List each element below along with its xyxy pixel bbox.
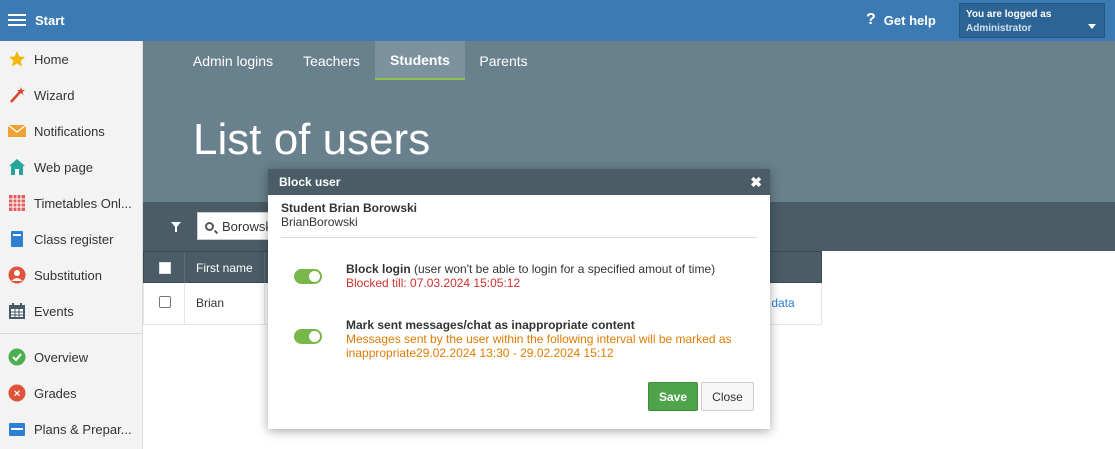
sidebar-item-class-register[interactable]: Class register	[0, 222, 142, 256]
sidebar-item-label: Plans & Prepar...	[34, 421, 132, 437]
dialog-title: Block user	[279, 175, 341, 189]
question-icon: ?	[866, 11, 876, 28]
search-icon	[205, 221, 214, 231]
tab-parents[interactable]: Parents	[471, 41, 536, 80]
help-label: Get help	[883, 12, 936, 28]
tab-admin-logins[interactable]: Admin logins	[180, 41, 286, 80]
sidebar-item-plans[interactable]: Plans & Prepar...	[0, 412, 142, 446]
sidebar-item-label: Substitution	[34, 267, 102, 283]
wand-icon	[8, 86, 26, 104]
toggle-knob	[309, 271, 320, 282]
search-box[interactable]	[197, 212, 277, 240]
column-header-first-name[interactable]: First name	[196, 261, 253, 275]
person-icon	[8, 266, 26, 284]
column-divider	[264, 252, 265, 284]
sidebar-item-substitution[interactable]: Substitution	[0, 258, 142, 292]
sidebar-item-grades[interactable]: ✕ Grades	[0, 376, 142, 410]
student-name: Student Brian Borowski	[281, 201, 418, 215]
logged-as-label: You are logged as	[966, 9, 1052, 20]
sidebar-item-notifications[interactable]: Notifications	[0, 114, 142, 148]
house-icon	[8, 158, 26, 176]
sidebar-item-label: Grades	[34, 385, 77, 401]
block-login-desc: (user won't be able to login for a speci…	[414, 262, 716, 276]
user-role: Administrator	[966, 23, 1032, 34]
page-title: List of users	[193, 115, 431, 164]
svg-text:✕: ✕	[13, 389, 21, 399]
student-login: BrianBorowski	[281, 215, 358, 229]
toggle-knob	[309, 331, 320, 342]
help-button[interactable]: ? Get help	[866, 11, 936, 29]
mark-messages-toggle[interactable]	[294, 329, 322, 344]
block-login-toggle[interactable]	[294, 269, 322, 284]
mark-messages-title: Mark sent messages/chat as inappropriate…	[346, 318, 635, 332]
grades-icon: ✕	[8, 384, 26, 402]
user-account-dropdown[interactable]: You are logged as Administrator	[959, 3, 1105, 38]
sidebar-item-label: Wizard	[34, 87, 75, 103]
sidebar-item-label: Class register	[34, 231, 114, 247]
dialog-divider	[281, 237, 757, 238]
save-button[interactable]: Save	[648, 382, 698, 411]
book-icon	[8, 230, 26, 248]
star-icon	[8, 50, 26, 68]
sidebar-divider	[0, 333, 142, 334]
sidebar-item-label: Notifications	[34, 123, 105, 139]
tab-teachers[interactable]: Teachers	[294, 41, 369, 80]
chevron-down-icon	[1088, 24, 1096, 29]
mark-messages-label: Mark sent messages/chat as inappropriate…	[346, 318, 635, 332]
mark-messages-status: Messages sent by the user within the fol…	[346, 332, 732, 360]
dialog-header: Block user ✖	[268, 169, 770, 195]
sidebar-item-label: Overview	[34, 349, 89, 365]
row-checkbox[interactable]	[159, 296, 171, 308]
sidebar-item-label: Home	[34, 51, 69, 67]
hamburger-icon	[8, 13, 26, 27]
tab-students[interactable]: Students	[375, 41, 465, 80]
column-divider	[184, 283, 185, 325]
close-button[interactable]: Close	[701, 382, 754, 411]
menu-button[interactable]: Start	[8, 10, 68, 30]
sidebar-item-events[interactable]: Events	[0, 294, 142, 328]
blocked-till-status: Blocked till: 07.03.2024 15:05:12	[346, 276, 521, 290]
sidebar-item-timetables[interactable]: Timetables Onl...	[0, 186, 142, 220]
cell-first-name: Brian	[196, 296, 225, 310]
sidebar-item-label: Timetables Onl...	[34, 195, 132, 211]
column-divider	[184, 252, 185, 284]
check-circle-icon	[8, 348, 26, 366]
sidebar-item-home[interactable]: Home	[0, 42, 142, 76]
column-divider	[264, 283, 265, 325]
filter-icon[interactable]	[171, 222, 181, 232]
block-login-title: Block login	[346, 262, 411, 276]
sidebar-item-web-page[interactable]: Web page	[0, 150, 142, 184]
calendar-icon	[8, 302, 26, 320]
envelope-icon	[8, 122, 26, 140]
sidebar-item-label: Web page	[34, 159, 94, 175]
sidebar-item-label: Events	[34, 303, 74, 319]
select-all-checkbox[interactable]	[159, 262, 171, 274]
sidebar-item-overview[interactable]: Overview	[0, 340, 142, 374]
close-icon[interactable]: ✖	[750, 174, 762, 190]
sidebar: Home Wizard Notifications Web page Timet…	[0, 41, 143, 449]
calendar-grid-icon	[8, 194, 26, 212]
start-label: Start	[35, 12, 65, 28]
block-user-dialog: Block user ✖ Student Brian Borowski Bria…	[268, 169, 770, 429]
sidebar-item-wizard[interactable]: Wizard	[0, 78, 142, 112]
block-login-label: Block login (user won't be able to login…	[346, 262, 715, 276]
top-bar: Start ? Get help You are logged as Admin…	[0, 0, 1115, 41]
plans-icon	[8, 420, 26, 438]
